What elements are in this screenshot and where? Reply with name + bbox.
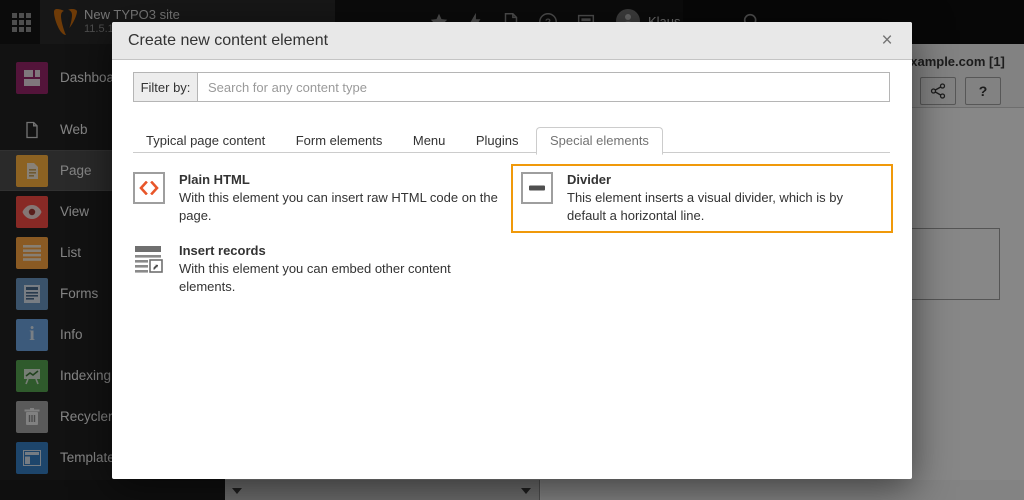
modal-title: Create new content element xyxy=(128,22,328,60)
tab-typical-page-content[interactable]: Typical page content xyxy=(133,128,278,154)
content-element-insert-records[interactable]: Insert records With this element you can… xyxy=(123,235,515,304)
tab-form-elements[interactable]: Form elements xyxy=(283,128,396,154)
card-title: Insert records xyxy=(179,243,505,260)
card-description: This element inserts a visual divider, w… xyxy=(567,189,883,225)
typo3-backend: New TYPO3 site 11.5.1 ? Klaus Admin xyxy=(0,0,1024,500)
tab-menu[interactable]: Menu xyxy=(400,128,459,154)
modal-header: Create new content element × xyxy=(112,22,912,60)
search-input[interactable] xyxy=(197,72,890,102)
content-element-plain-html[interactable]: Plain HTML With this element you can ins… xyxy=(123,164,515,233)
card-title: Divider xyxy=(567,172,883,189)
divider-icon xyxy=(521,172,553,204)
new-content-element-modal: Create new content element × Filter by: … xyxy=(112,22,912,479)
insert-records-icon xyxy=(133,243,165,275)
filter-group: Filter by: xyxy=(133,72,890,102)
close-icon[interactable]: × xyxy=(876,30,898,52)
card-title: Plain HTML xyxy=(179,172,505,189)
card-description: With this element you can embed other co… xyxy=(179,260,505,296)
filter-label: Filter by: xyxy=(133,72,197,102)
plain-html-code-icon xyxy=(133,172,165,204)
tab-special-elements[interactable]: Special elements xyxy=(536,127,663,155)
content-element-tabs: Typical page content Form elements Menu … xyxy=(133,127,890,153)
content-element-divider[interactable]: Divider This element inserts a visual di… xyxy=(511,164,893,233)
tab-plugins[interactable]: Plugins xyxy=(463,128,532,154)
card-description: With this element you can insert raw HTM… xyxy=(179,189,505,225)
